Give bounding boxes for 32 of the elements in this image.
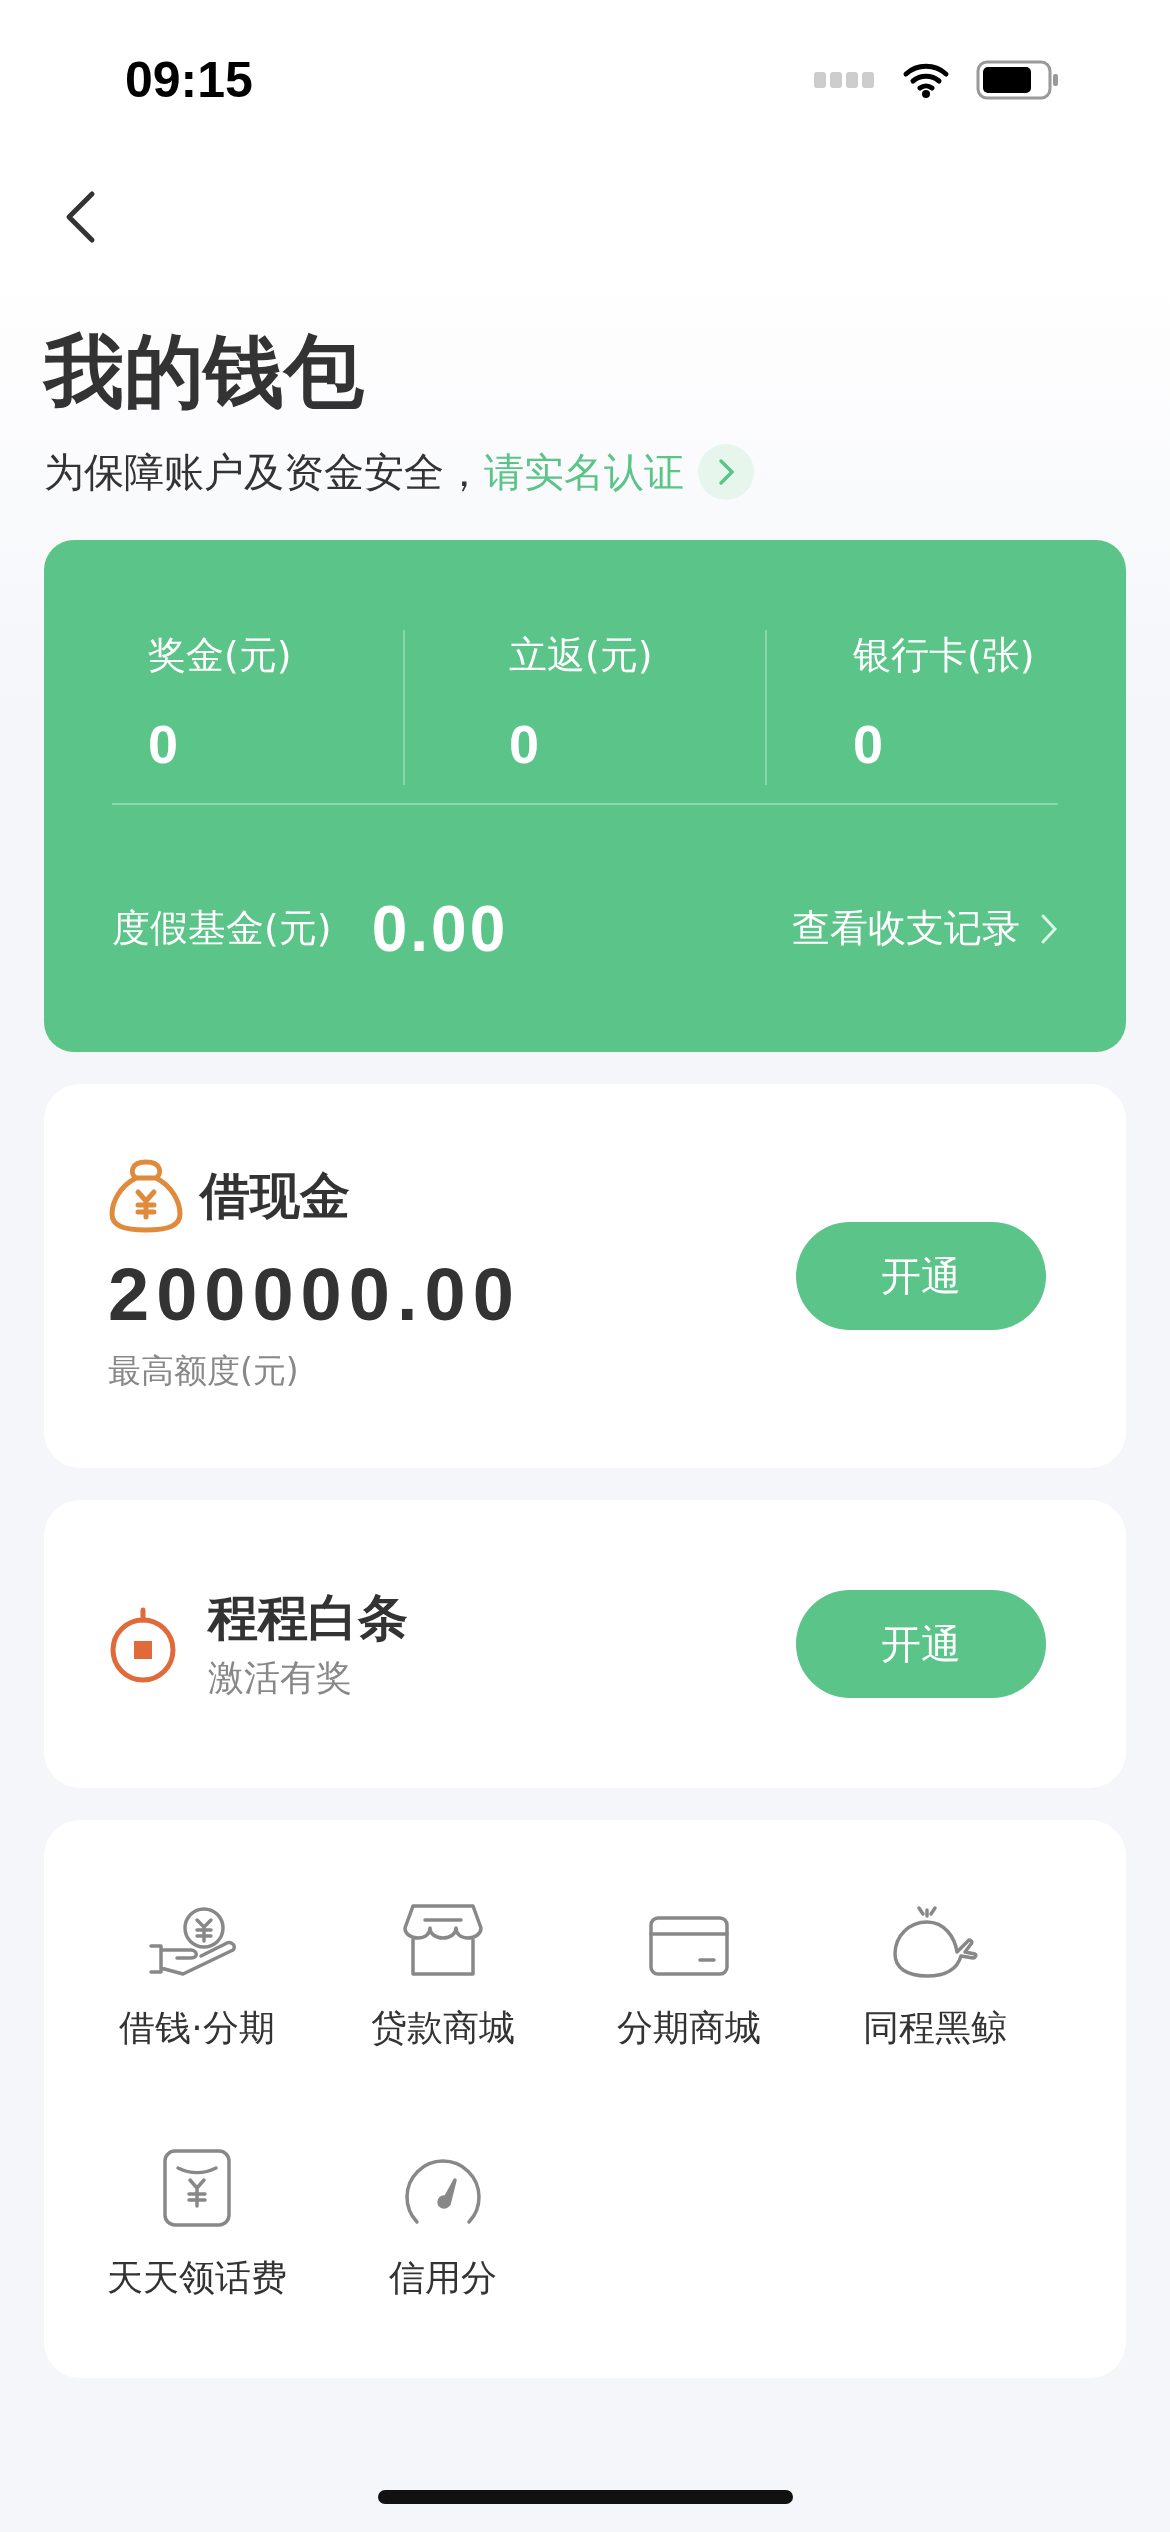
card-title: 程程白条 bbox=[208, 1588, 408, 1649]
card-title: 借现金 bbox=[200, 1165, 350, 1227]
chevron-right-icon bbox=[1040, 912, 1058, 945]
service-item[interactable]: 分期商城 bbox=[566, 1894, 812, 2053]
stat-value: 0 bbox=[853, 713, 885, 775]
credit-amount: 200000.00 bbox=[108, 1252, 522, 1337]
stat-label: 奖金(元) bbox=[148, 632, 293, 679]
amount-caption: 最高额度(元) bbox=[108, 1350, 300, 1392]
page-title: 我的钱包 bbox=[44, 324, 364, 420]
service-item[interactable]: 信用分 bbox=[320, 2144, 566, 2303]
money-bag-icon bbox=[108, 1158, 184, 1234]
stat-value: 0 bbox=[509, 713, 541, 775]
wifi-icon bbox=[902, 62, 950, 98]
stat-value: 0 bbox=[148, 713, 180, 775]
storefront-icon bbox=[403, 1902, 483, 1978]
chevron-left-icon bbox=[64, 190, 96, 244]
signal-icon bbox=[814, 72, 876, 88]
stat-label: 立返(元) bbox=[509, 632, 654, 679]
fund-value: 0.00 bbox=[371, 891, 509, 966]
service-item[interactable]: 借钱·分期 bbox=[74, 1894, 320, 2053]
fund-label: 度假基金(元) bbox=[112, 905, 332, 952]
chevron-right-icon bbox=[716, 457, 736, 487]
security-notice: 为保障账户及资金安全， bbox=[44, 447, 484, 497]
status-time: 09:15 bbox=[125, 51, 253, 109]
battery-icon bbox=[976, 60, 1060, 100]
service-item[interactable]: 同程黑鲸 bbox=[812, 1894, 1058, 2053]
service-item[interactable]: 天天领话费 bbox=[74, 2144, 320, 2303]
stat-label: 银行卡(张) bbox=[853, 632, 1036, 679]
card-subtitle: 激活有奖 bbox=[208, 1656, 353, 1700]
card-icon bbox=[648, 1914, 730, 1978]
envelope-icon bbox=[162, 2148, 232, 2228]
service-item[interactable]: 贷款商城 bbox=[320, 1894, 566, 2053]
